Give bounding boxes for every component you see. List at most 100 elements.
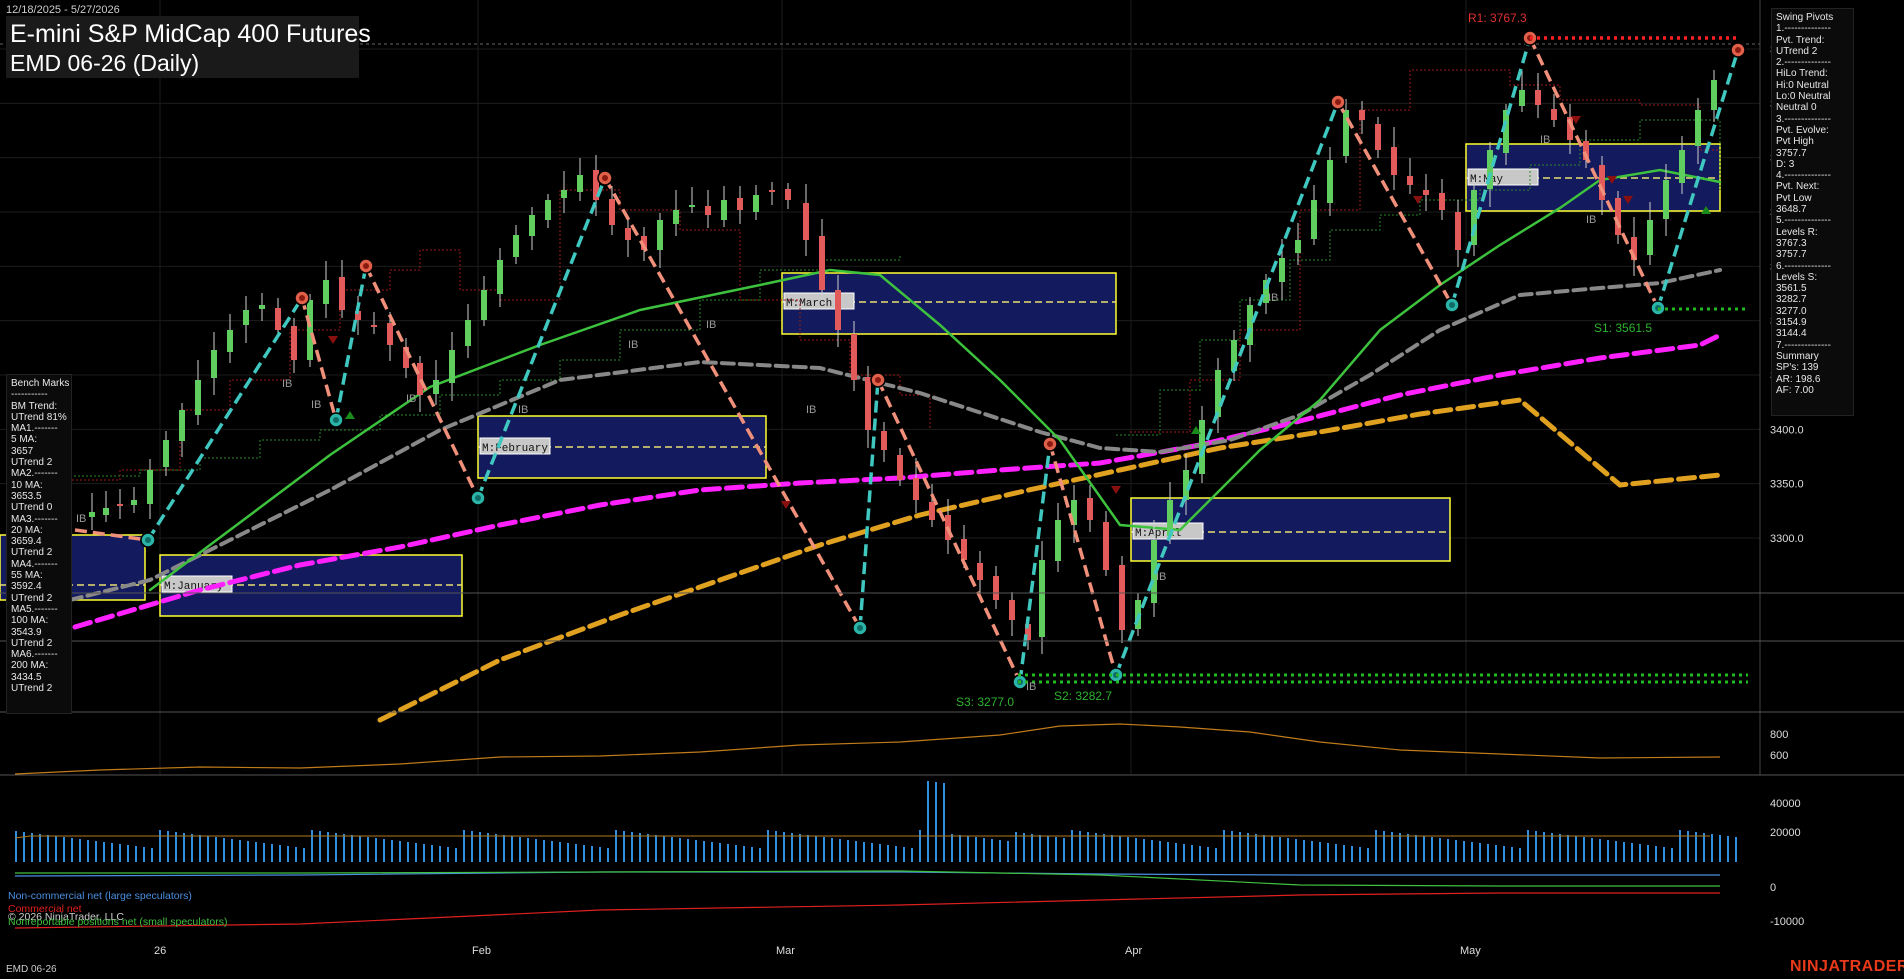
up-candle [1519, 90, 1525, 106]
up-candle [1679, 150, 1685, 183]
ib-label: IB [1268, 292, 1278, 304]
support-label: S3: 3277.0 [956, 695, 1014, 709]
up-candle [1279, 258, 1285, 282]
up-candle [1215, 370, 1221, 417]
date-axis: 26 Feb Mar Apr May [0, 592, 1904, 957]
resistance-label: R1: 3767.3 [1468, 11, 1527, 25]
cot-tick-label: -10000 [1770, 916, 1804, 928]
up-candle [307, 300, 313, 360]
down-candle [275, 308, 281, 330]
swing-up-line [1018, 443, 1052, 683]
volume-panel: 20000 40000 [14, 781, 1801, 862]
down-candle [913, 478, 919, 500]
bench-marks-panel: Bench Marks ----------- BM Trend: UTrend… [6, 374, 72, 714]
cot-series-line [14, 892, 1720, 929]
up-candle [195, 380, 201, 415]
ib-label: IB [1540, 134, 1550, 146]
down-candle [1103, 522, 1109, 570]
up-candle [89, 512, 95, 517]
monthly-box-label: M:February [482, 443, 548, 455]
down-candle [785, 189, 791, 200]
up-candle [147, 470, 153, 504]
support-resistance-levels: R1: 3767.3 S1: 3561.5 S2: 3282.7 S3: 3277.0 [956, 11, 1748, 709]
pivot-marker-core [363, 263, 369, 269]
up-candle [1295, 240, 1301, 253]
down-candle [819, 236, 825, 290]
volume-tick-label: 40000 [1770, 798, 1801, 810]
up-candle [323, 280, 329, 304]
up-candle [163, 440, 169, 467]
volume-average-line [14, 835, 1710, 839]
ib-label: IB [282, 378, 292, 390]
up-candle [433, 380, 439, 394]
down-candle [1407, 176, 1413, 185]
up-candle [1055, 520, 1061, 561]
chart-subtitle: EMD 06-26 (Daily) [10, 50, 200, 76]
ninjatrader-logo: NINJATRADER [1790, 958, 1904, 975]
down-candle [1455, 212, 1461, 250]
down-candle [1087, 498, 1093, 520]
ib-label: IB [1156, 571, 1166, 583]
price-tick-label: 3300.0 [1770, 533, 1804, 545]
ib-label: IB [806, 404, 816, 416]
down-candle [929, 502, 935, 520]
volume-tick-label: 20000 [1770, 827, 1801, 839]
up-candle [657, 220, 663, 250]
up-candle [243, 310, 249, 325]
cot-tick-label: 0 [1770, 882, 1776, 894]
up-candle [259, 305, 265, 309]
legend-noncommercial: Non-commercial net (large speculators) [8, 890, 192, 902]
ib-label: IB [1026, 681, 1036, 693]
date-tick-label: Feb [472, 945, 491, 957]
up-candle [513, 235, 519, 257]
price-tick-label: 3350.0 [1770, 479, 1804, 491]
price-tick-label: 3400.0 [1770, 424, 1804, 436]
down-candle [371, 325, 377, 327]
up-candle [1647, 220, 1653, 255]
moving-average-lines [68, 168, 1723, 723]
ib-label: IB [311, 399, 321, 411]
down-candle [1535, 90, 1541, 105]
swing-down-line [1336, 101, 1454, 306]
panel2-tick-label: 800 [1770, 729, 1788, 741]
legend-nonreportable: Nonreportable positions net (small specu… [8, 916, 228, 928]
chart-title: E-mini S&P MidCap 400 Futures [10, 20, 371, 48]
pivot-marker-core [857, 625, 863, 631]
ib-label: IB [518, 404, 528, 416]
up-candle [577, 175, 583, 192]
down-candle [803, 203, 809, 240]
panel2-tick-label: 600 [1770, 750, 1788, 762]
up-candle [1311, 200, 1317, 239]
up-candle [179, 410, 185, 441]
up-candle [465, 320, 471, 346]
down-candle [1375, 124, 1381, 150]
price-chart[interactable]: M:JanuaryM:FebruaryM:MarchM:AprilM:May R… [0, 0, 1904, 979]
pivot-marker-core [299, 295, 305, 301]
pivot-marker-core [1335, 99, 1341, 105]
down-candle [705, 206, 711, 215]
up-candle [211, 350, 217, 378]
ib-label: IB [76, 513, 86, 525]
swing-up-line [146, 297, 304, 541]
down-candle [993, 576, 999, 600]
up-candle [1663, 180, 1669, 219]
indicator-line [14, 723, 1721, 775]
up-candle [103, 508, 109, 515]
ib-label: IB [628, 339, 638, 351]
up-candle [689, 205, 695, 207]
down-candle [897, 455, 903, 480]
date-tick-label: 26 [154, 945, 166, 957]
up-candle [131, 500, 137, 505]
cot-series-line [15, 870, 1720, 887]
up-candle [449, 350, 455, 383]
swing-up-line [1114, 101, 1340, 676]
down-candle [609, 199, 615, 225]
pivot-marker-core [1047, 441, 1053, 447]
down-candle [865, 377, 871, 430]
down-candle [1423, 190, 1429, 195]
up-candle [1343, 110, 1349, 156]
down-candle [1119, 565, 1125, 630]
pivot-marker-core [333, 417, 339, 423]
down-candle [851, 334, 857, 380]
indicator-panel: 600 800 [14, 723, 1788, 775]
